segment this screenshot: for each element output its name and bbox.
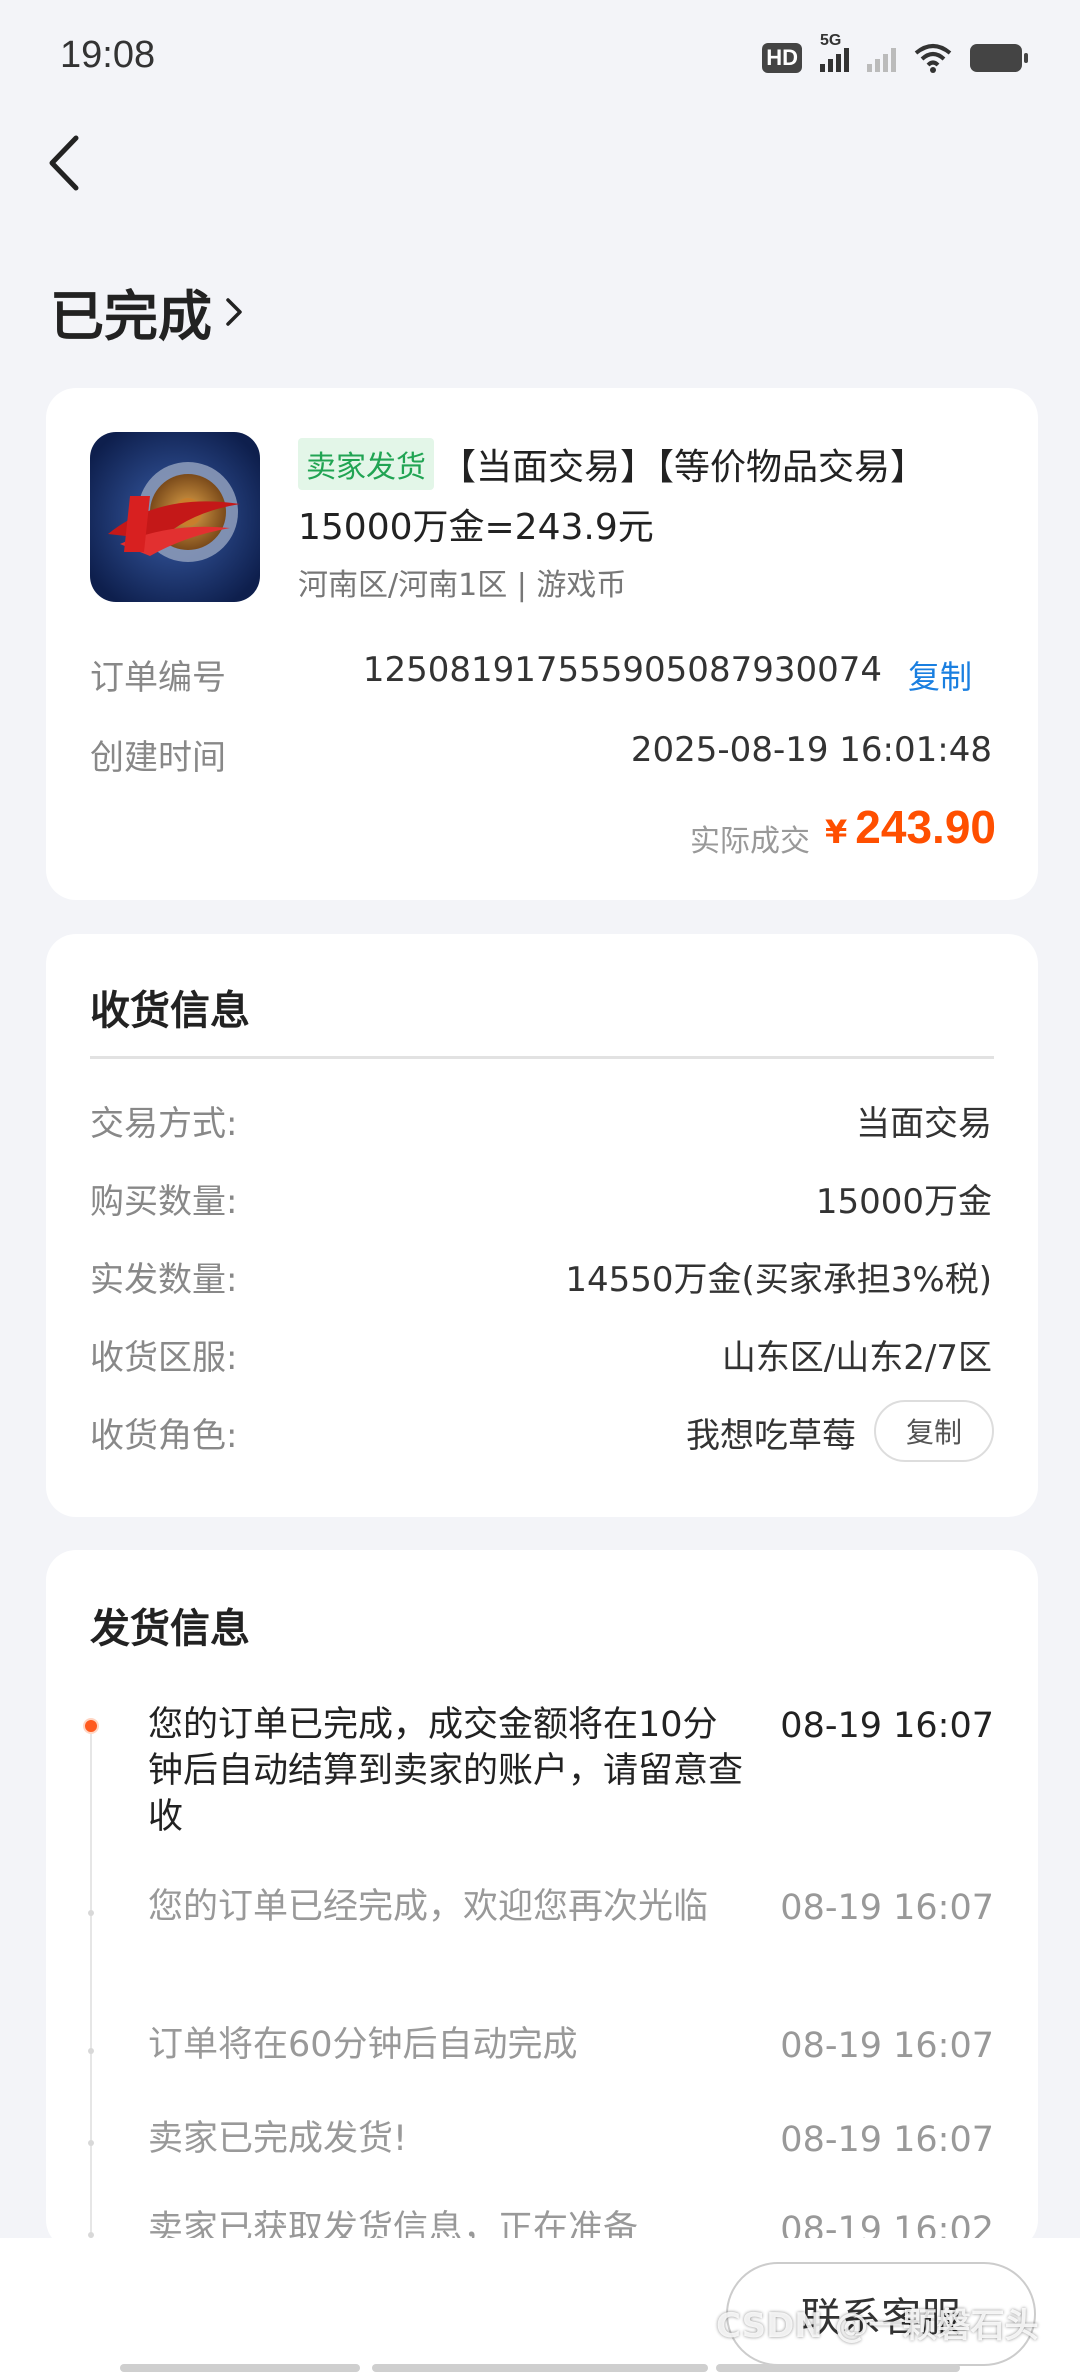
receive-role-value: 我想吃草莓 [686, 1416, 856, 1456]
created-time-value: 2025-08-19 16:01:48 [630, 730, 992, 770]
receive-info-title: 收货信息 [90, 988, 250, 1034]
divider [90, 1056, 994, 1059]
chevron-right-icon [226, 297, 242, 326]
actual-quantity-value: 14550万金(买家承担3%税) [565, 1260, 992, 1300]
timeline-event-time: 08-19 16:07 [780, 1888, 994, 1928]
timeline-event-time: 08-19 16:07 [780, 2026, 994, 2066]
actual-deal-label: 实际成交 [690, 824, 810, 859]
timeline-line [90, 1725, 92, 2245]
currency-symbol: ¥ [825, 813, 848, 851]
signal-sim2-icon [867, 44, 896, 72]
order-number-label: 订单编号 [90, 658, 226, 698]
copy-role-button[interactable]: 复制 [874, 1400, 994, 1462]
receive-server-label: 收货区服: [90, 1338, 238, 1378]
status-icons: HD 5G [762, 32, 1028, 78]
product-title-line: 卖家发货 【当面交易】【等价物品交易】 [298, 438, 926, 490]
ship-info-title: 发货信息 [90, 1606, 250, 1652]
wifi-icon [914, 44, 952, 73]
buy-quantity-label: 购买数量: [90, 1182, 238, 1222]
signal-5g-icon: 5G [820, 32, 849, 72]
timeline-dot [88, 1910, 94, 1916]
order-card: 卖家发货 【当面交易】【等价物品交易】 15000万金=243.9元 河南区/河… [46, 388, 1038, 900]
actual-deal-amount: 243.90 [855, 801, 996, 853]
seller-ship-badge: 卖家发货 [298, 438, 434, 490]
product-price-line: 15000万金=243.9元 [298, 507, 654, 548]
timeline-dot [88, 2140, 94, 2146]
gesture-bar [716, 2364, 960, 2372]
bottom-action-bar: 联系客服 CSDN @一颗磐石头 [0, 2238, 1080, 2376]
timeline-event-time: 08-19 16:07 [780, 1706, 994, 1746]
game-logo-icon [90, 432, 260, 602]
timeline-event-text: 您的订单已经完成，欢迎您再次光临 [148, 1887, 709, 1927]
ship-info-card: 发货信息 您的订单已完成，成交金额将在10分钟后自动结算到卖家的账户，请留意查收… [46, 1550, 1038, 2250]
timeline-event-text: 您的订单已完成，成交金额将在10分钟后自动结算到卖家的账户，请留意查收 [148, 1705, 744, 1837]
receive-role-label: 收货角色: [90, 1416, 238, 1456]
hd-icon: HD [762, 43, 802, 73]
gesture-bar [372, 2364, 708, 2372]
timeline-event-text: 卖家已完成发货! [148, 2119, 408, 2159]
order-number-value: 1250819175559050879300​74 [362, 650, 882, 690]
actual-deal-price: ¥ 243.90 [825, 800, 996, 854]
created-time-label: 创建时间 [90, 738, 226, 778]
battery-icon [970, 44, 1028, 72]
trade-method-value: 当面交易 [856, 1104, 992, 1144]
timeline-event-time: 08-19 16:07 [780, 2120, 994, 2160]
product-title: 【当面交易】【等价物品交易】 [440, 447, 927, 488]
trade-method-label: 交易方式: [90, 1104, 238, 1144]
receive-server-value: 山东区/山东2/7区 [721, 1338, 992, 1378]
back-arrow-icon[interactable] [40, 128, 90, 198]
product-server-line: 河南区/河南1区 | 游戏币 [298, 568, 627, 603]
gesture-bar [120, 2364, 360, 2372]
receive-info-card: 收货信息 交易方式: 当面交易 购买数量: 15000万金 实发数量: 1455… [46, 934, 1038, 1517]
order-status-title[interactable]: 已完成 [50, 272, 248, 351]
watermark: CSDN @一颗磐石头 [716, 2306, 1039, 2346]
timeline-dot [88, 2048, 94, 2054]
timeline-event-text: 订单将在60分钟后自动完成 [148, 2025, 578, 2065]
page-title: 已完成 [50, 285, 212, 348]
timeline-dot-active [83, 1718, 99, 1734]
status-time: 19:08 [60, 34, 156, 76]
buy-quantity-value: 15000万金 [815, 1182, 992, 1222]
actual-quantity-label: 实发数量: [90, 1260, 238, 1300]
copy-order-number-button[interactable]: 复制 [908, 652, 972, 698]
status-bar: 19:08 HD 5G [0, 0, 1080, 115]
